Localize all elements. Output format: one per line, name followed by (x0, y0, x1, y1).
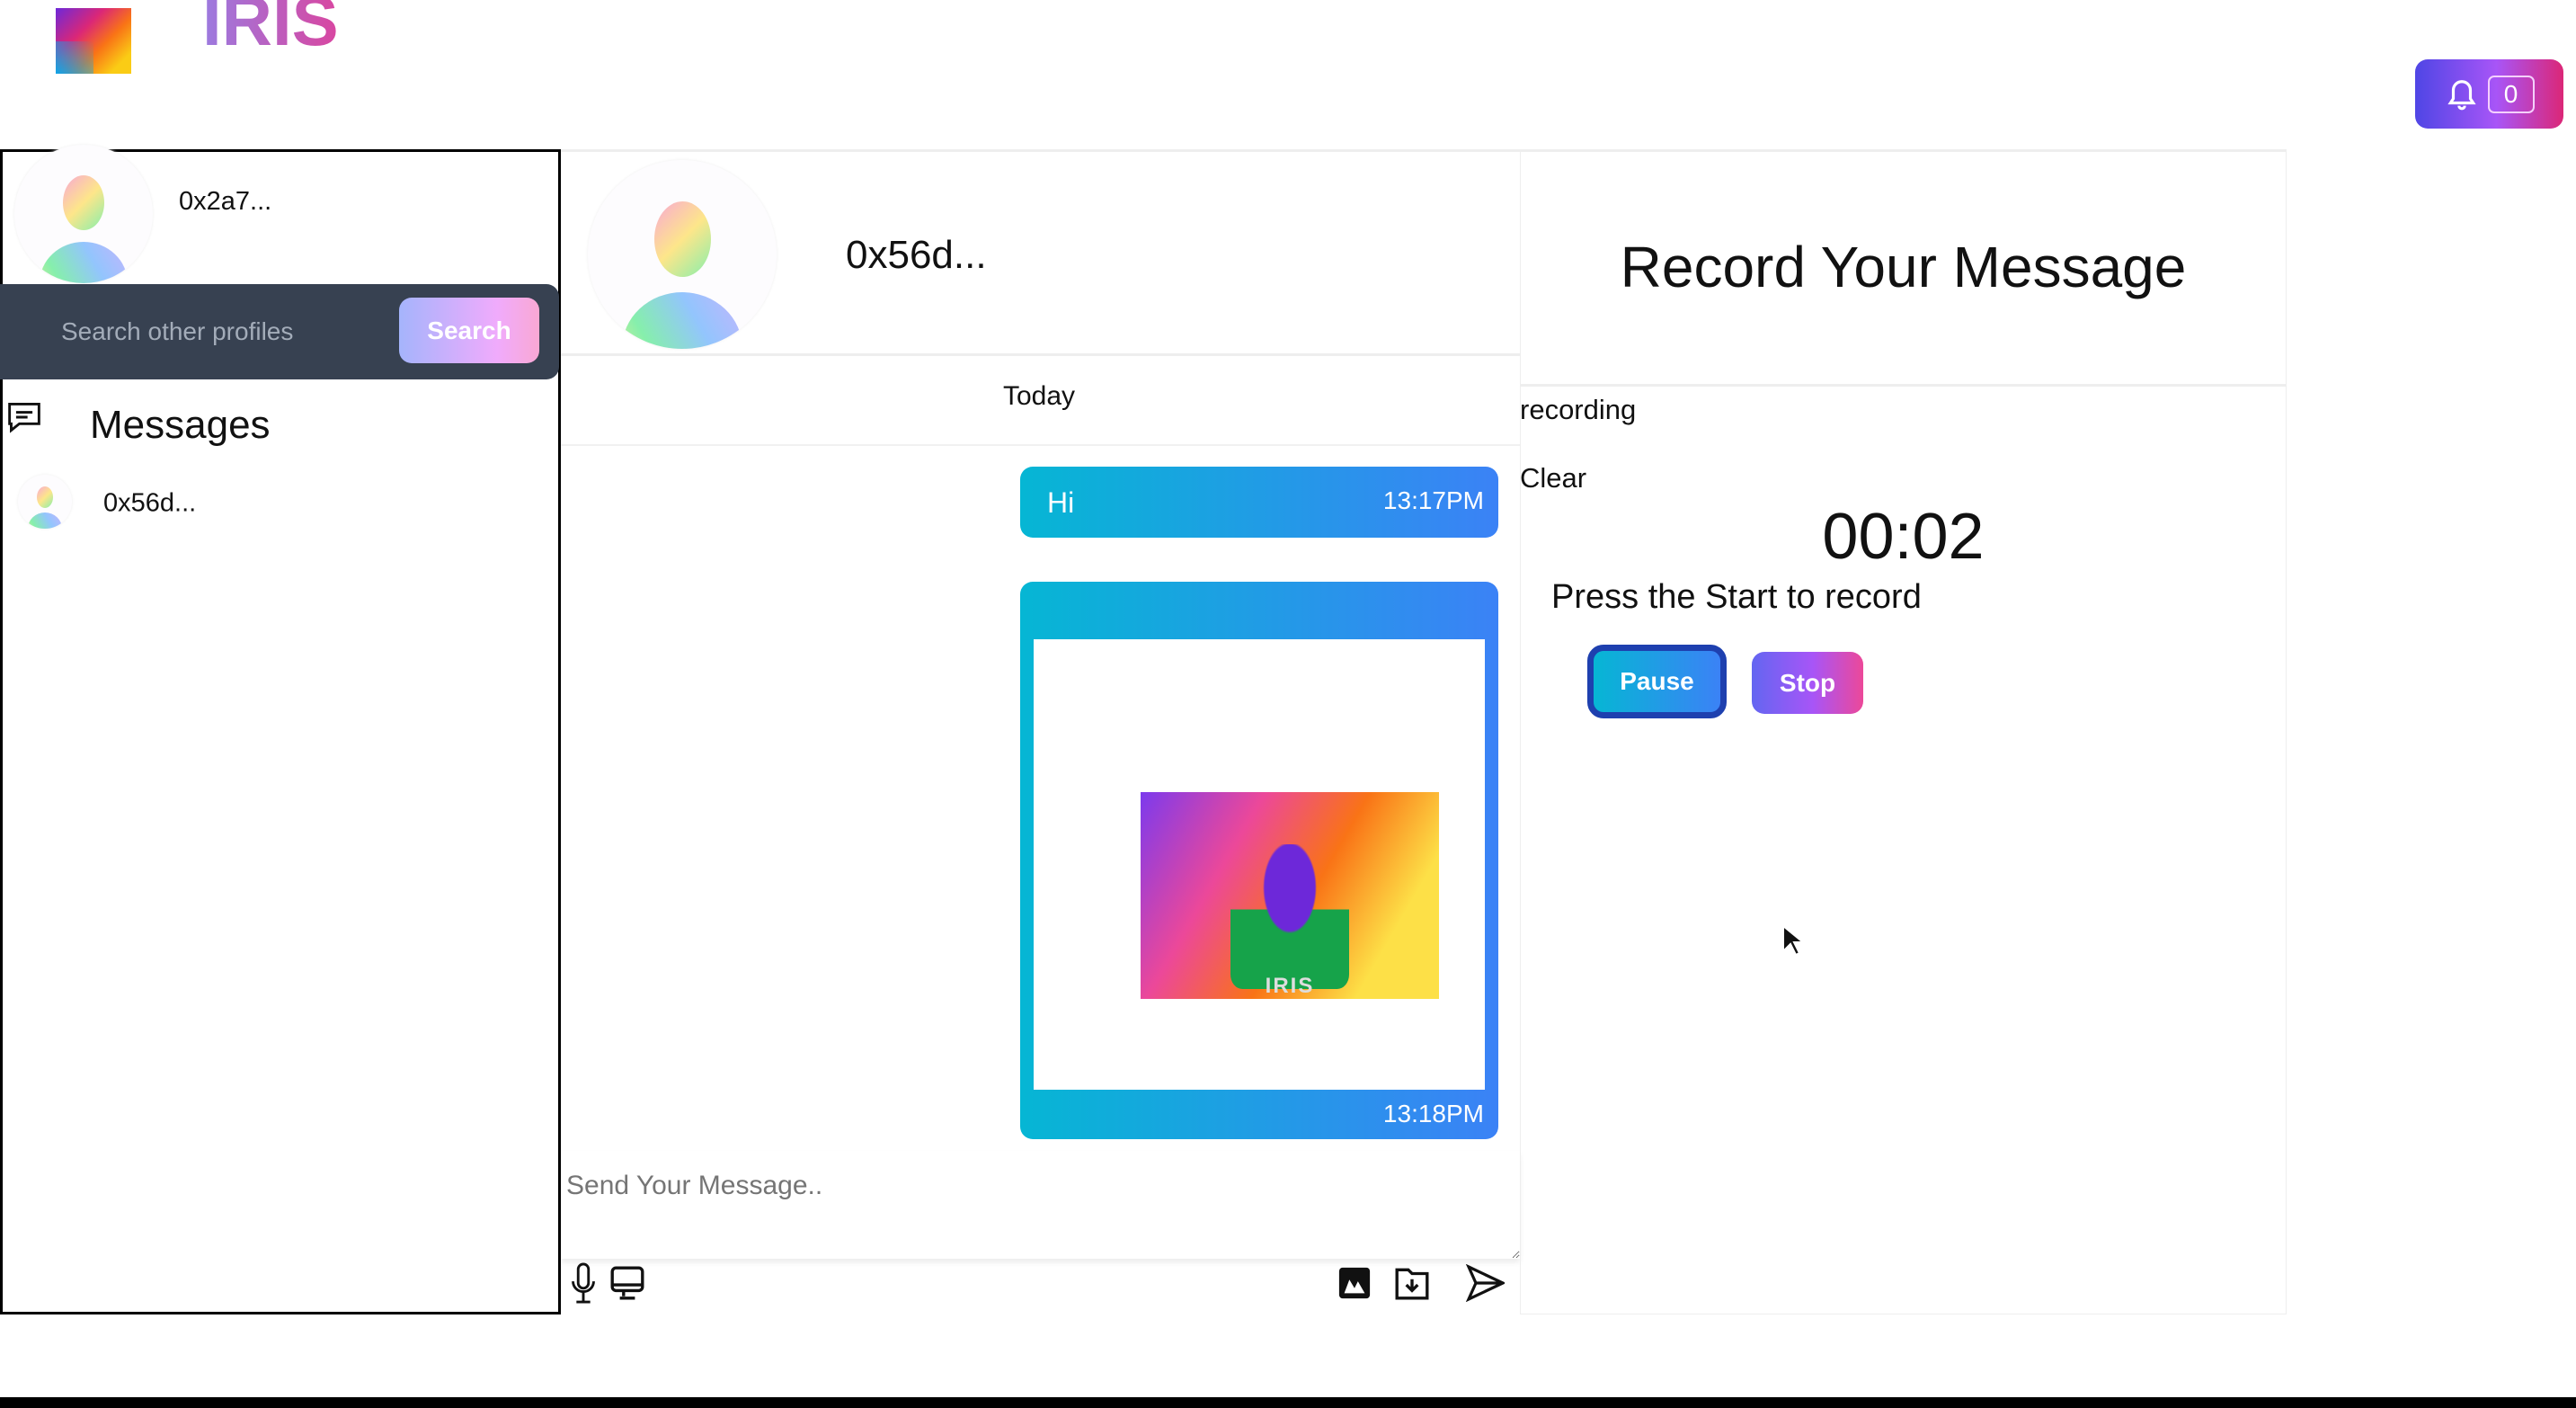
conversation-avatar (18, 475, 72, 529)
message-input[interactable] (561, 1151, 1520, 1259)
my-profile-name: 0x2a7... (179, 187, 272, 216)
messages-heading: Messages (90, 403, 271, 447)
monitor-icon[interactable] (608, 1264, 646, 1302)
recording-timer: 00:02 (1822, 501, 1985, 573)
bell-icon (2447, 79, 2476, 110)
recorder-title: Record Your Message (1620, 235, 2187, 299)
microphone-icon[interactable] (570, 1262, 597, 1304)
iris-logo[interactable] (56, 8, 131, 74)
folder-download-icon[interactable] (1393, 1264, 1431, 1302)
image-icon[interactable] (1337, 1266, 1372, 1300)
recorder-hint: Press the Start to record (1551, 578, 1922, 616)
my-avatar[interactable] (14, 145, 153, 283)
chat-icon (8, 403, 40, 433)
message-text: Hi (1047, 486, 1075, 519)
stop-button[interactable]: Stop (1752, 652, 1863, 714)
message-time: 13:17PM (1382, 486, 1484, 514)
brand-title: IRIS (202, 0, 339, 62)
iris-image[interactable]: IRIS (1141, 792, 1439, 999)
message-time: 13:18PM (1382, 1100, 1484, 1127)
divider (561, 353, 1520, 356)
conversation-item[interactable]: 0x56d... (0, 468, 557, 536)
divider (1520, 384, 2287, 387)
conversation-name: 0x56d... (103, 488, 197, 518)
search-bar: Search (0, 284, 559, 379)
contact-avatar[interactable] (588, 160, 777, 349)
image-message-bubble[interactable]: IRIS 13:18PM (1020, 582, 1498, 1139)
image-caption: IRIS (1265, 974, 1315, 998)
notification-count: 0 (2487, 75, 2535, 113)
recorder-panel (1520, 149, 2287, 1314)
recording-status: recording (1520, 394, 1637, 425)
pause-button[interactable]: Pause (1587, 645, 1727, 718)
contact-name: 0x56d... (846, 233, 987, 277)
clear-button[interactable]: Clear (1520, 462, 1586, 495)
search-input[interactable] (61, 311, 385, 352)
bottom-bar (0, 1397, 2576, 1408)
search-button[interactable]: Search (399, 298, 539, 363)
mouse-cursor-icon (1782, 924, 1803, 957)
divider (561, 444, 1520, 446)
send-icon[interactable] (1465, 1264, 1505, 1302)
date-divider: Today (1003, 381, 1076, 411)
image-frame: IRIS (1034, 639, 1485, 1090)
message-bubble[interactable]: Hi 13:17PM (1020, 467, 1498, 538)
notifications-button[interactable]: 0 (2415, 59, 2563, 129)
